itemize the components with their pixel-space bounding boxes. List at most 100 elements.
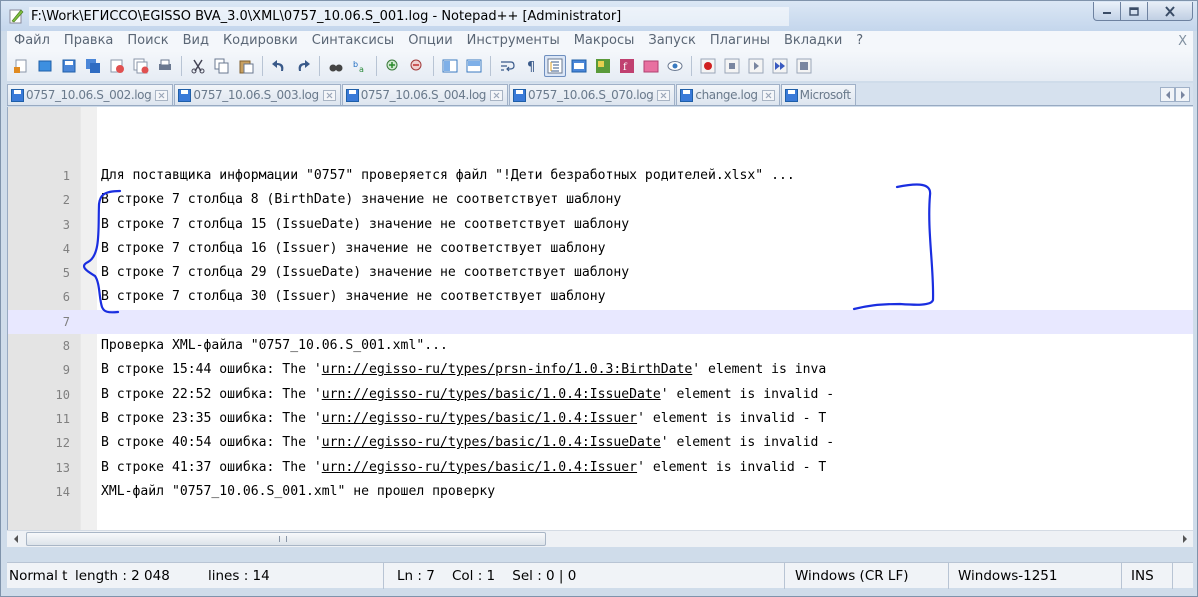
function-list-button[interactable]: f	[616, 55, 638, 77]
close-file-button[interactable]	[106, 55, 128, 77]
tab-file-070[interactable]: 0757_10.06.S_070.log	[509, 84, 676, 105]
line-text: В строке 23:35 ошибка: The 'urn://egisso…	[101, 407, 826, 431]
menu-close-document[interactable]: X	[1178, 34, 1193, 49]
zoom-out-button[interactable]	[406, 55, 428, 77]
editor-line[interactable]: 10 В строке 22:52 ошибка: The 'urn://egis…	[8, 383, 1193, 407]
menu-edit[interactable]: Правка	[57, 31, 120, 51]
tab-file-002[interactable]: 0757_10.06.S_002.log	[7, 84, 174, 105]
editor-line[interactable]: 8 Проверка XML-файла "0757_10.06.S_001.xm…	[8, 334, 1193, 358]
save-button[interactable]	[58, 55, 80, 77]
namespace-link[interactable]: urn://egisso-ru/types/basic/1.0.4:Issuer	[322, 411, 637, 426]
line-text: Проверка XML-файла "0757_10.06.S_001.xml…	[101, 338, 448, 354]
zoom-out-icon	[410, 59, 422, 71]
save-all-button[interactable]	[82, 55, 104, 77]
paste-icon	[239, 60, 254, 74]
new-file-button[interactable]	[10, 55, 32, 77]
menu-settings[interactable]: Опции	[401, 31, 459, 51]
sync-horizontal-button[interactable]	[463, 55, 485, 77]
close-tab-icon[interactable]	[155, 89, 169, 101]
namespace-link[interactable]: urn://egisso-ru/types/basic/1.0.4:Issuer	[322, 460, 637, 475]
stop-macro-button[interactable]	[721, 55, 743, 77]
redo-button[interactable]	[292, 55, 314, 77]
editor-line[interactable]: 14 XML-файл "0757_10.06.S_001.xml" не про…	[8, 480, 1193, 504]
print-button[interactable]	[154, 55, 176, 77]
tab-microsoft[interactable]: Microsoft	[780, 84, 856, 105]
status-insert-mode[interactable]: INS	[1123, 563, 1173, 589]
menu-macro[interactable]: Макросы	[567, 31, 642, 51]
copy-button[interactable]	[211, 55, 233, 77]
sync-vertical-button[interactable]	[439, 55, 461, 77]
tab-scroll-right-button[interactable]	[1175, 87, 1190, 102]
editor-line[interactable]: 4 В строке 7 столбца 16 (Issuer) значение…	[8, 237, 1193, 261]
menu-file[interactable]: Файл	[7, 31, 57, 51]
menu-view[interactable]: Вид	[176, 31, 216, 51]
editor-line[interactable]: 9 В строке 15:44 ошибка: The 'urn://egiss…	[8, 358, 1193, 382]
close-all-button[interactable]	[130, 55, 152, 77]
folder-workspace-button[interactable]	[640, 55, 662, 77]
menu-language[interactable]: Синтаксисы	[305, 31, 401, 51]
show-all-chars-button[interactable]: ¶	[520, 55, 542, 77]
namespace-link[interactable]: urn://egisso-ru/types/basic/1.0.4:IssueD…	[322, 435, 661, 450]
editor-line[interactable]: 11 В строке 23:35 ошибка: The 'urn://egis…	[8, 407, 1193, 431]
editor-line[interactable]: 13 В строке 41:37 ошибка: The 'urn://egis…	[8, 456, 1193, 480]
tab-label: 0757_10.06.S_004.log	[360, 88, 487, 102]
scrollbar-thumb[interactable]	[26, 532, 546, 546]
editor-line[interactable]: 2 В строке 7 столбца 8 (BirthDate) значен…	[8, 188, 1193, 212]
doc-map-button[interactable]	[592, 55, 614, 77]
cut-button[interactable]	[187, 55, 209, 77]
find-button[interactable]	[325, 55, 347, 77]
function-list-icon: f	[620, 59, 634, 73]
close-tab-icon[interactable]	[761, 89, 775, 101]
tab-change-log[interactable]: change.log	[676, 84, 780, 105]
open-file-button[interactable]	[34, 55, 56, 77]
text-editor[interactable]: 1 Для поставщика информации "0757" провер…	[7, 107, 1193, 530]
close-window-button[interactable]	[1147, 2, 1193, 21]
record-macro-button[interactable]	[697, 55, 719, 77]
zoom-in-button[interactable]	[382, 55, 404, 77]
play-macro-button[interactable]	[745, 55, 767, 77]
editor-line[interactable]: 5 В строке 7 столбца 29 (IssueDate) значе…	[8, 261, 1193, 285]
menu-help[interactable]: ?	[849, 31, 870, 51]
user-language-button[interactable]	[568, 55, 590, 77]
menu-encoding[interactable]: Кодировки	[216, 31, 305, 51]
editor-line[interactable]: 6 В строке 7 столбца 30 (Issuer) значение…	[8, 285, 1193, 309]
word-wrap-button[interactable]	[496, 55, 518, 77]
editor-line[interactable]: 12 В строке 40:54 ошибка: The 'urn://egis…	[8, 431, 1193, 455]
namespace-link[interactable]: urn://egisso-ru/types/prsn-info/1.0.3:Bi…	[322, 362, 693, 377]
menu-window[interactable]: Вкладки	[777, 31, 849, 51]
scroll-left-button[interactable]	[7, 531, 24, 547]
close-all-icon	[133, 58, 149, 74]
close-tab-icon[interactable]	[657, 89, 671, 101]
scroll-right-button[interactable]	[1176, 531, 1193, 547]
editor-line[interactable]: 1 Для поставщика информации "0757" провер…	[8, 164, 1193, 188]
menu-tools[interactable]: Инструменты	[460, 31, 567, 51]
close-tab-icon[interactable]	[490, 89, 504, 101]
play-multiple-button[interactable]	[769, 55, 791, 77]
tab-file-004[interactable]: 0757_10.06.S_004.log	[341, 84, 509, 105]
maximize-button[interactable]	[1120, 2, 1148, 21]
line-text-suffix: ' element is inva	[692, 362, 827, 378]
save-macro-button[interactable]	[793, 55, 815, 77]
minimize-button[interactable]	[1093, 2, 1121, 21]
indent-guide-button[interactable]	[544, 55, 566, 77]
namespace-link[interactable]: urn://egisso-ru/types/basic/1.0.4:IssueD…	[322, 387, 661, 402]
replace-button[interactable]: ba	[349, 55, 371, 77]
line-number: 2	[62, 193, 70, 208]
horizontal-scrollbar[interactable]	[7, 530, 1193, 547]
editor-line[interactable]: 3 В строке 7 столбца 15 (IssueDate) значе…	[8, 213, 1193, 237]
menu-search[interactable]: Поиск	[120, 31, 175, 51]
menu-plugins[interactable]: Плагины	[703, 31, 777, 51]
title-bar[interactable]: F:\Work\ЕГИССО\EGISSO BVA_3.0\XML\0757_1…	[1, 1, 1197, 31]
monitoring-button[interactable]	[664, 55, 686, 77]
editor-line[interactable]: 7	[8, 309, 1193, 335]
paste-button[interactable]	[235, 55, 257, 77]
svg-text:¶: ¶	[527, 60, 535, 74]
menu-run[interactable]: Запуск	[641, 31, 703, 51]
tab-scroll-left-button[interactable]	[1160, 87, 1175, 102]
status-eol[interactable]: Windows (CR LF)	[789, 563, 949, 589]
status-encoding[interactable]: Windows-1251	[950, 563, 1122, 589]
sync-horizontal-icon	[466, 59, 482, 73]
close-tab-icon[interactable]	[322, 89, 336, 101]
tab-file-003[interactable]: 0757_10.06.S_003.log	[174, 84, 341, 105]
undo-button[interactable]	[268, 55, 290, 77]
